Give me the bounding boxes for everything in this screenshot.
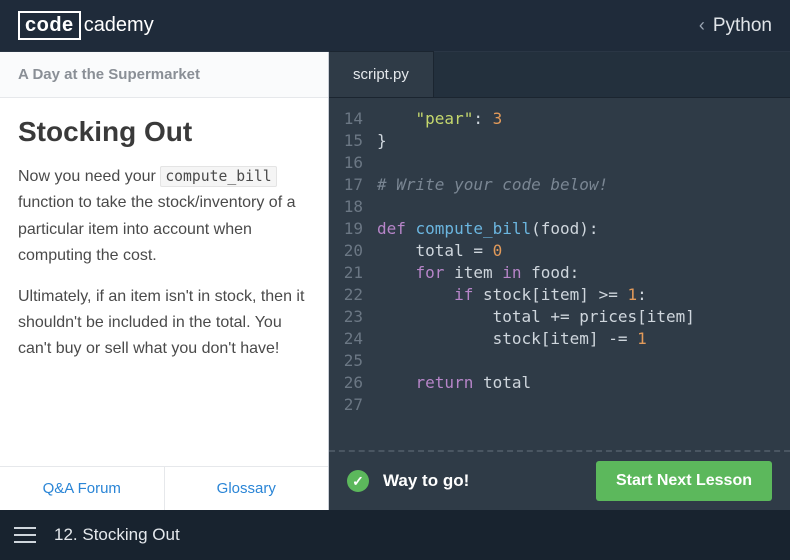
code-line[interactable]: 24 stock[item] -= 1 bbox=[329, 328, 790, 350]
status-bar: ✓ Way to go! Start Next Lesson bbox=[329, 450, 790, 510]
line-number: 23 bbox=[329, 306, 377, 328]
line-number: 21 bbox=[329, 262, 377, 284]
code-text[interactable]: for item in food: bbox=[377, 262, 790, 284]
menu-icon[interactable] bbox=[14, 527, 36, 543]
code-line[interactable]: 25 bbox=[329, 350, 790, 372]
logo[interactable]: code cademy bbox=[18, 11, 154, 40]
inline-code: compute_bill bbox=[160, 166, 276, 187]
breadcrumb[interactable]: ‹ Python bbox=[699, 15, 772, 37]
code-line[interactable]: 22 if stock[item] >= 1: bbox=[329, 284, 790, 306]
code-text[interactable]: def compute_bill(food): bbox=[377, 218, 790, 240]
text: function to take the stock/inventory of … bbox=[18, 194, 296, 264]
paragraph: Ultimately, if an item isn't in stock, t… bbox=[18, 284, 310, 363]
paragraph: Now you need your compute_bill function … bbox=[18, 164, 310, 270]
line-number: 24 bbox=[329, 328, 377, 350]
editor-tabs: script.py bbox=[329, 52, 790, 98]
editor-panel: script.py 14 "pear": 315}1617# Write you… bbox=[329, 52, 790, 510]
code-line[interactable]: 17# Write your code below! bbox=[329, 174, 790, 196]
page-title: Stocking Out bbox=[18, 116, 310, 148]
line-number: 25 bbox=[329, 350, 377, 372]
line-number: 16 bbox=[329, 152, 377, 174]
code-text[interactable]: total = 0 bbox=[377, 240, 790, 262]
line-number: 18 bbox=[329, 196, 377, 218]
code-text[interactable] bbox=[377, 152, 790, 174]
code-line[interactable]: 26 return total bbox=[329, 372, 790, 394]
lesson-name: A Day at the Supermarket bbox=[18, 66, 200, 83]
code-line[interactable]: 27 bbox=[329, 394, 790, 416]
instructions-footer: Q&A Forum Glossary bbox=[0, 466, 328, 510]
breadcrumb-label: Python bbox=[713, 15, 772, 37]
code-text[interactable] bbox=[377, 350, 790, 372]
code-line[interactable]: 21 for item in food: bbox=[329, 262, 790, 284]
qa-forum-link[interactable]: Q&A Forum bbox=[0, 467, 165, 510]
line-number: 26 bbox=[329, 372, 377, 394]
code-text[interactable]: } bbox=[377, 130, 790, 152]
line-number: 27 bbox=[329, 394, 377, 416]
status-message: Way to go! bbox=[383, 471, 469, 491]
code-line[interactable]: 14 "pear": 3 bbox=[329, 108, 790, 130]
code-editor[interactable]: 14 "pear": 315}1617# Write your code bel… bbox=[329, 98, 790, 450]
line-number: 15 bbox=[329, 130, 377, 152]
line-number: 22 bbox=[329, 284, 377, 306]
code-text[interactable] bbox=[377, 196, 790, 218]
line-number: 17 bbox=[329, 174, 377, 196]
logo-suffix: cademy bbox=[84, 14, 154, 37]
code-line[interactable]: 23 total += prices[item] bbox=[329, 306, 790, 328]
line-number: 14 bbox=[329, 108, 377, 130]
prose: Now you need your compute_bill function … bbox=[18, 164, 310, 363]
chevron-left-icon: ‹ bbox=[699, 15, 705, 36]
instructions-content: Stocking Out Now you need your compute_b… bbox=[0, 98, 328, 466]
logo-box: code bbox=[18, 11, 81, 40]
instructions-panel: A Day at the Supermarket Stocking Out No… bbox=[0, 52, 329, 510]
bottom-bar: 12. Stocking Out bbox=[0, 510, 790, 560]
lesson-header: A Day at the Supermarket bbox=[0, 52, 328, 98]
code-text[interactable]: return total bbox=[377, 372, 790, 394]
code-text[interactable]: # Write your code below! bbox=[377, 174, 790, 196]
code-text[interactable]: "pear": 3 bbox=[377, 108, 790, 130]
code-line[interactable]: 20 total = 0 bbox=[329, 240, 790, 262]
code-line[interactable]: 18 bbox=[329, 196, 790, 218]
top-bar: code cademy ‹ Python bbox=[0, 0, 790, 52]
tab-label: script.py bbox=[353, 66, 409, 83]
glossary-link[interactable]: Glossary bbox=[165, 467, 329, 510]
line-number: 20 bbox=[329, 240, 377, 262]
start-next-lesson-button[interactable]: Start Next Lesson bbox=[596, 461, 772, 501]
text: Now you need your bbox=[18, 168, 160, 185]
code-line[interactable]: 15} bbox=[329, 130, 790, 152]
code-text[interactable]: stock[item] -= 1 bbox=[377, 328, 790, 350]
code-line[interactable]: 16 bbox=[329, 152, 790, 174]
code-text[interactable]: total += prices[item] bbox=[377, 306, 790, 328]
main-area: A Day at the Supermarket Stocking Out No… bbox=[0, 52, 790, 510]
code-line[interactable]: 19def compute_bill(food): bbox=[329, 218, 790, 240]
step-title: 12. Stocking Out bbox=[54, 525, 180, 545]
tab-script[interactable]: script.py bbox=[329, 51, 434, 97]
code-text[interactable]: if stock[item] >= 1: bbox=[377, 284, 790, 306]
check-icon: ✓ bbox=[347, 470, 369, 492]
code-text[interactable] bbox=[377, 394, 790, 416]
line-number: 19 bbox=[329, 218, 377, 240]
